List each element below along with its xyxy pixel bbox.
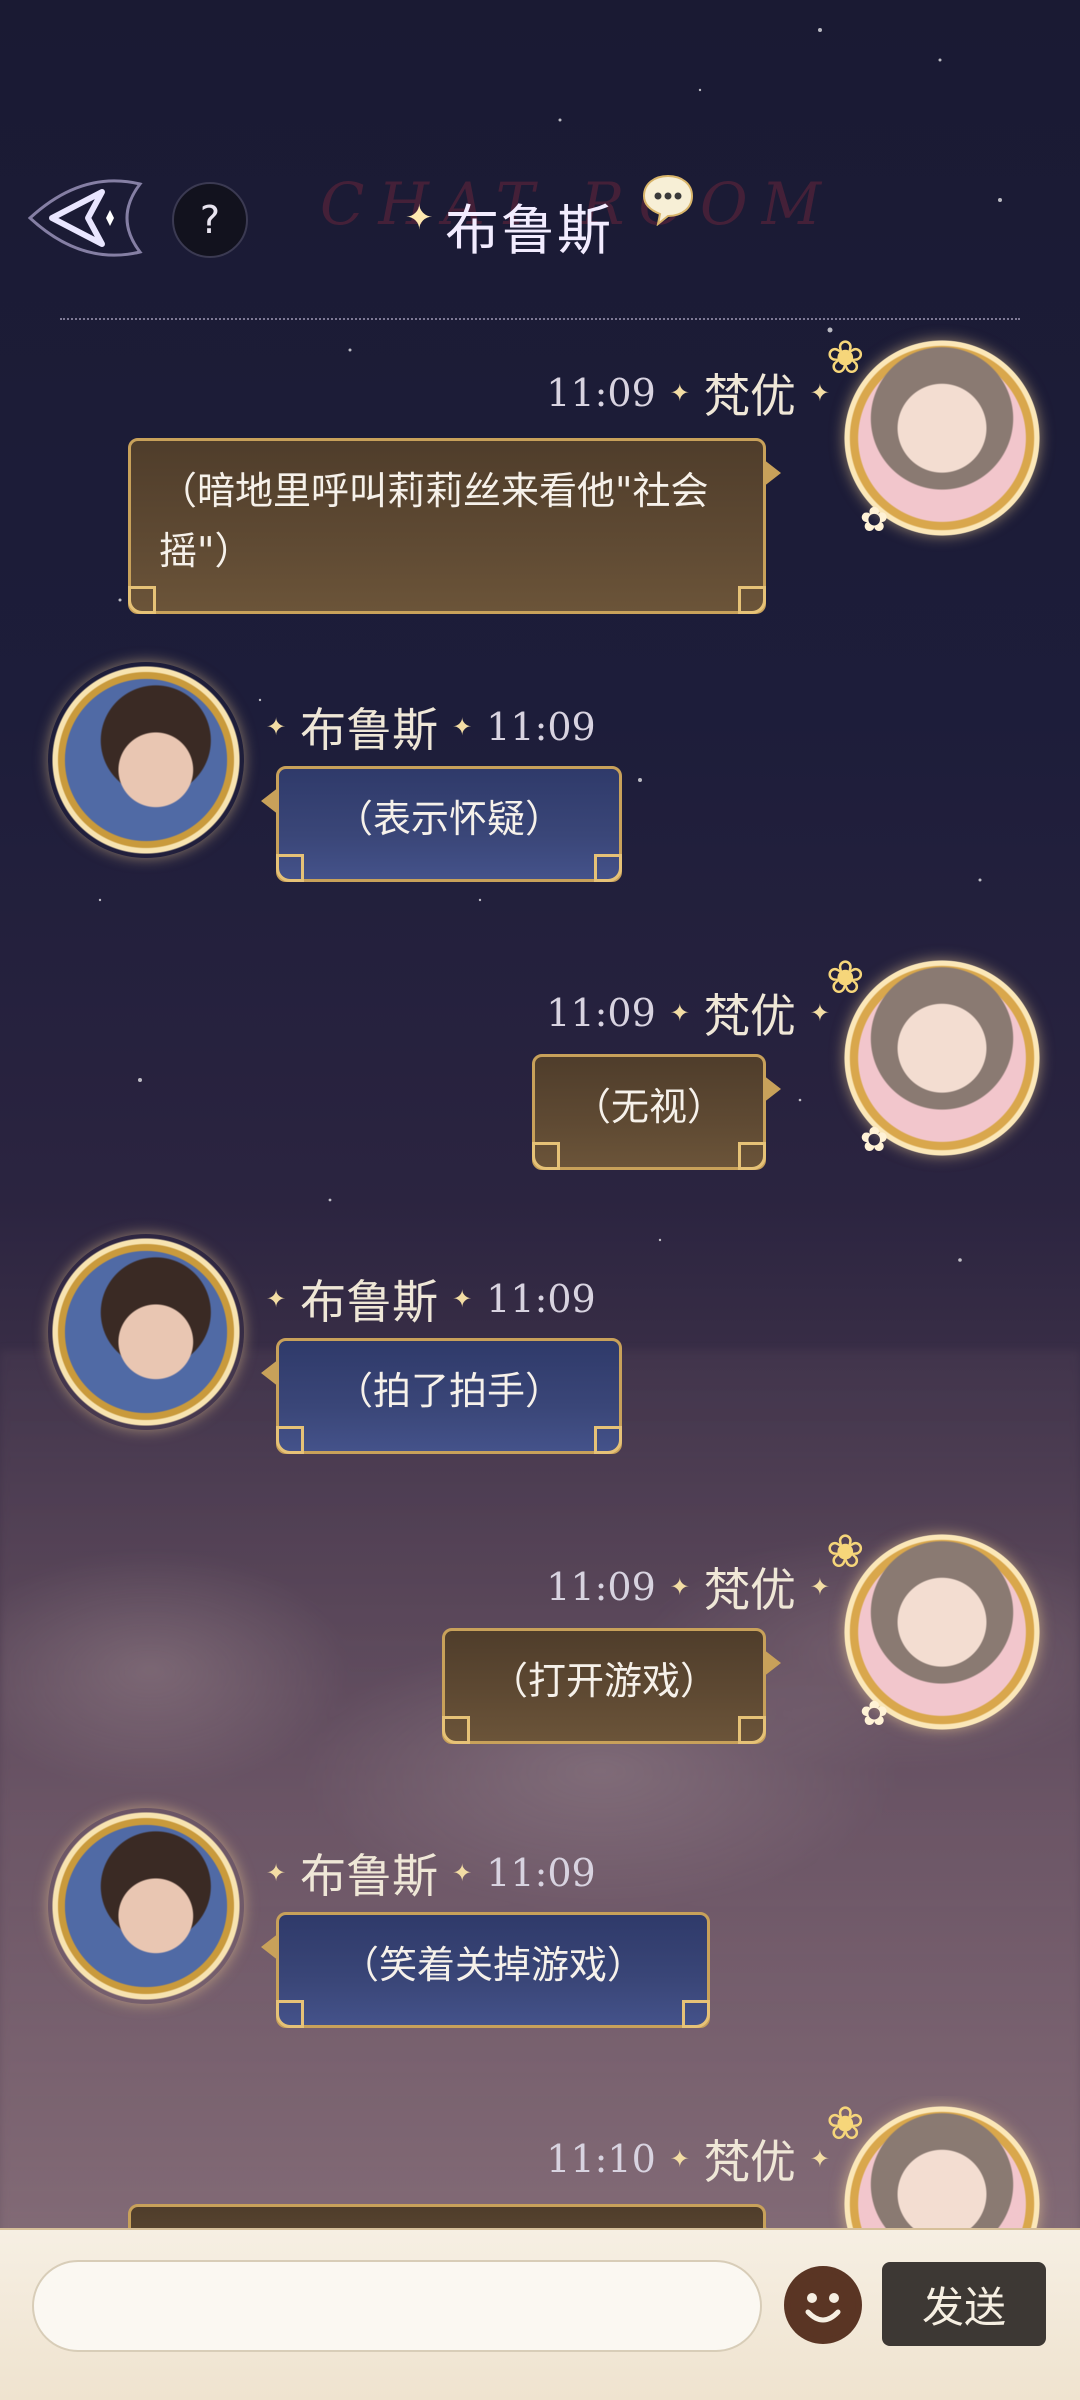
sender-row: 11:09 ✦ 梵优 ✦	[546, 360, 830, 426]
bubble-corner-ornament	[532, 1142, 560, 1170]
message-row: ✦ 布鲁斯 ✦ 11:09 （拍了拍手）	[0, 1232, 1080, 1472]
message-text: （拍了拍手）	[334, 1369, 563, 1413]
avatar[interactable]	[844, 2106, 1040, 2230]
sender-name: 布鲁斯	[300, 703, 439, 757]
timestamp: 11:09	[486, 1277, 596, 1321]
message-row: ❀ 11:10 ✦ 梵优 ✦	[0, 2096, 1080, 2230]
sender-row: 11:09 ✦ 梵优 ✦	[546, 1554, 830, 1620]
message-text: （无视）	[572, 1085, 725, 1129]
sender-row: ✦ 布鲁斯 ✦ 11:09	[266, 694, 596, 760]
emoji-icon	[790, 2272, 856, 2338]
sender-name: 梵优	[703, 989, 796, 1043]
help-button[interactable]: ?	[172, 182, 248, 258]
sparkle-icon: ✦	[266, 713, 287, 741]
sparkle-icon: ✦	[809, 2145, 830, 2173]
sender-name: 梵优	[703, 369, 796, 423]
sender-row: 11:09 ✦ 梵优 ✦	[546, 980, 830, 1046]
sparkle-icon: ✦	[452, 1285, 473, 1313]
input-bar: 发送	[0, 2228, 1080, 2400]
timestamp: 11:09	[546, 1565, 656, 1609]
bubble-corner-ornament	[738, 586, 766, 614]
bubble-corner-ornament	[276, 2000, 304, 2028]
page-title: 布鲁斯	[445, 199, 613, 262]
sparkle-icon: ✦	[669, 2145, 690, 2173]
avatar[interactable]	[48, 1808, 244, 2004]
sparkle-icon: ✦	[405, 198, 434, 238]
message-row: ❀ ✿ 11:09 ✦ 梵优 ✦ （暗地里呼叫莉莉丝来看他"社会摇"）	[0, 330, 1080, 620]
sparkle-icon: ✦	[809, 1573, 830, 1601]
bubble-corner-ornament	[594, 1426, 622, 1454]
bubble-corner-ornament	[682, 2000, 710, 2028]
sparkle-icon: ✦	[809, 379, 830, 407]
message-row: ✦ 布鲁斯 ✦ 11:09 （表示怀疑）	[0, 660, 1080, 900]
sparkle-icon: ✦	[669, 379, 690, 407]
emoji-button[interactable]	[784, 2266, 862, 2344]
chat-bubble-icon	[642, 174, 694, 226]
bow-icon: ❀	[826, 1524, 865, 1578]
header-divider	[60, 318, 1020, 320]
sparkle-icon: ✦	[452, 713, 473, 741]
avatar[interactable]	[48, 662, 244, 858]
sender-name: 梵优	[703, 1563, 796, 1617]
bubble-corner-ornament	[276, 1426, 304, 1454]
bow-icon: ❀	[826, 330, 865, 384]
sparkle-icon: ✦	[669, 1573, 690, 1601]
sender-row: ✦ 布鲁斯 ✦ 11:09	[266, 1266, 596, 1332]
bubble-corner-ornament	[276, 854, 304, 882]
sparkle-icon: ✦	[266, 1859, 287, 1887]
chat-header: ? CHAT ROOM ✦ 布鲁斯	[0, 140, 1080, 280]
back-arrow-icon	[27, 179, 143, 257]
timestamp: 11:09	[486, 1851, 596, 1895]
send-button[interactable]: 发送	[882, 2262, 1046, 2346]
timestamp: 11:09	[546, 371, 656, 415]
sparkle-icon: ✦	[266, 1285, 287, 1313]
timestamp: 11:09	[486, 705, 596, 749]
help-icon: ?	[199, 198, 221, 242]
back-button[interactable]	[22, 170, 150, 266]
message-bubble[interactable]: （表示怀疑）	[261, 766, 622, 882]
avatar[interactable]	[48, 1234, 244, 1430]
bubble-corner-ornament	[738, 1142, 766, 1170]
message-bubble[interactable]: （无视）	[532, 1054, 781, 1170]
message-row: ❀ ✿ 11:09 ✦ 梵优 ✦ （无视）	[0, 950, 1080, 1190]
message-bubble[interactable]: （暗地里呼叫莉莉丝来看他"社会摇"）	[128, 438, 781, 614]
sender-name: 梵优	[703, 2135, 796, 2189]
bow-icon: ❀	[826, 950, 865, 1004]
timestamp: 11:09	[546, 991, 656, 1035]
sender-name: 布鲁斯	[300, 1275, 439, 1329]
message-text: （表示怀疑）	[334, 797, 563, 841]
message-bubble[interactable]: （拍了拍手）	[261, 1338, 622, 1454]
message-text: （打开游戏）	[489, 1659, 718, 1703]
sender-row: 11:10 ✦ 梵优 ✦	[546, 2126, 830, 2192]
flower-icon: ✿	[860, 1120, 889, 1160]
message-text: （笑着关掉游戏）	[340, 1943, 645, 1987]
sparkle-icon: ✦	[809, 999, 830, 1027]
message-bubble[interactable]: （笑着关掉游戏）	[261, 1912, 710, 2028]
flower-icon: ✿	[860, 500, 889, 540]
bubble-corner-ornament	[442, 1716, 470, 1744]
timestamp: 11:10	[546, 2137, 656, 2181]
sender-name: 布鲁斯	[300, 1849, 439, 1903]
message-text: （暗地里呼叫莉莉丝来看他"社会摇"）	[159, 469, 709, 573]
message-input[interactable]	[32, 2260, 762, 2352]
message-row: ✦ 布鲁斯 ✦ 11:09 （笑着关掉游戏）	[0, 1806, 1080, 2046]
bow-icon: ❀	[826, 2096, 865, 2150]
message-bubble[interactable]: （打开游戏）	[442, 1628, 781, 1744]
message-bubble[interactable]	[128, 2204, 781, 2230]
bubble-corner-ornament	[738, 1716, 766, 1744]
sparkle-icon: ✦	[452, 1859, 473, 1887]
sender-row: ✦ 布鲁斯 ✦ 11:09	[266, 1840, 596, 1906]
flower-icon: ✿	[860, 1694, 889, 1734]
message-row: ❀ ✿ 11:09 ✦ 梵优 ✦ （打开游戏）	[0, 1524, 1080, 1764]
sparkle-icon: ✦	[669, 999, 690, 1027]
bubble-corner-ornament	[128, 586, 156, 614]
bubble-corner-ornament	[594, 854, 622, 882]
